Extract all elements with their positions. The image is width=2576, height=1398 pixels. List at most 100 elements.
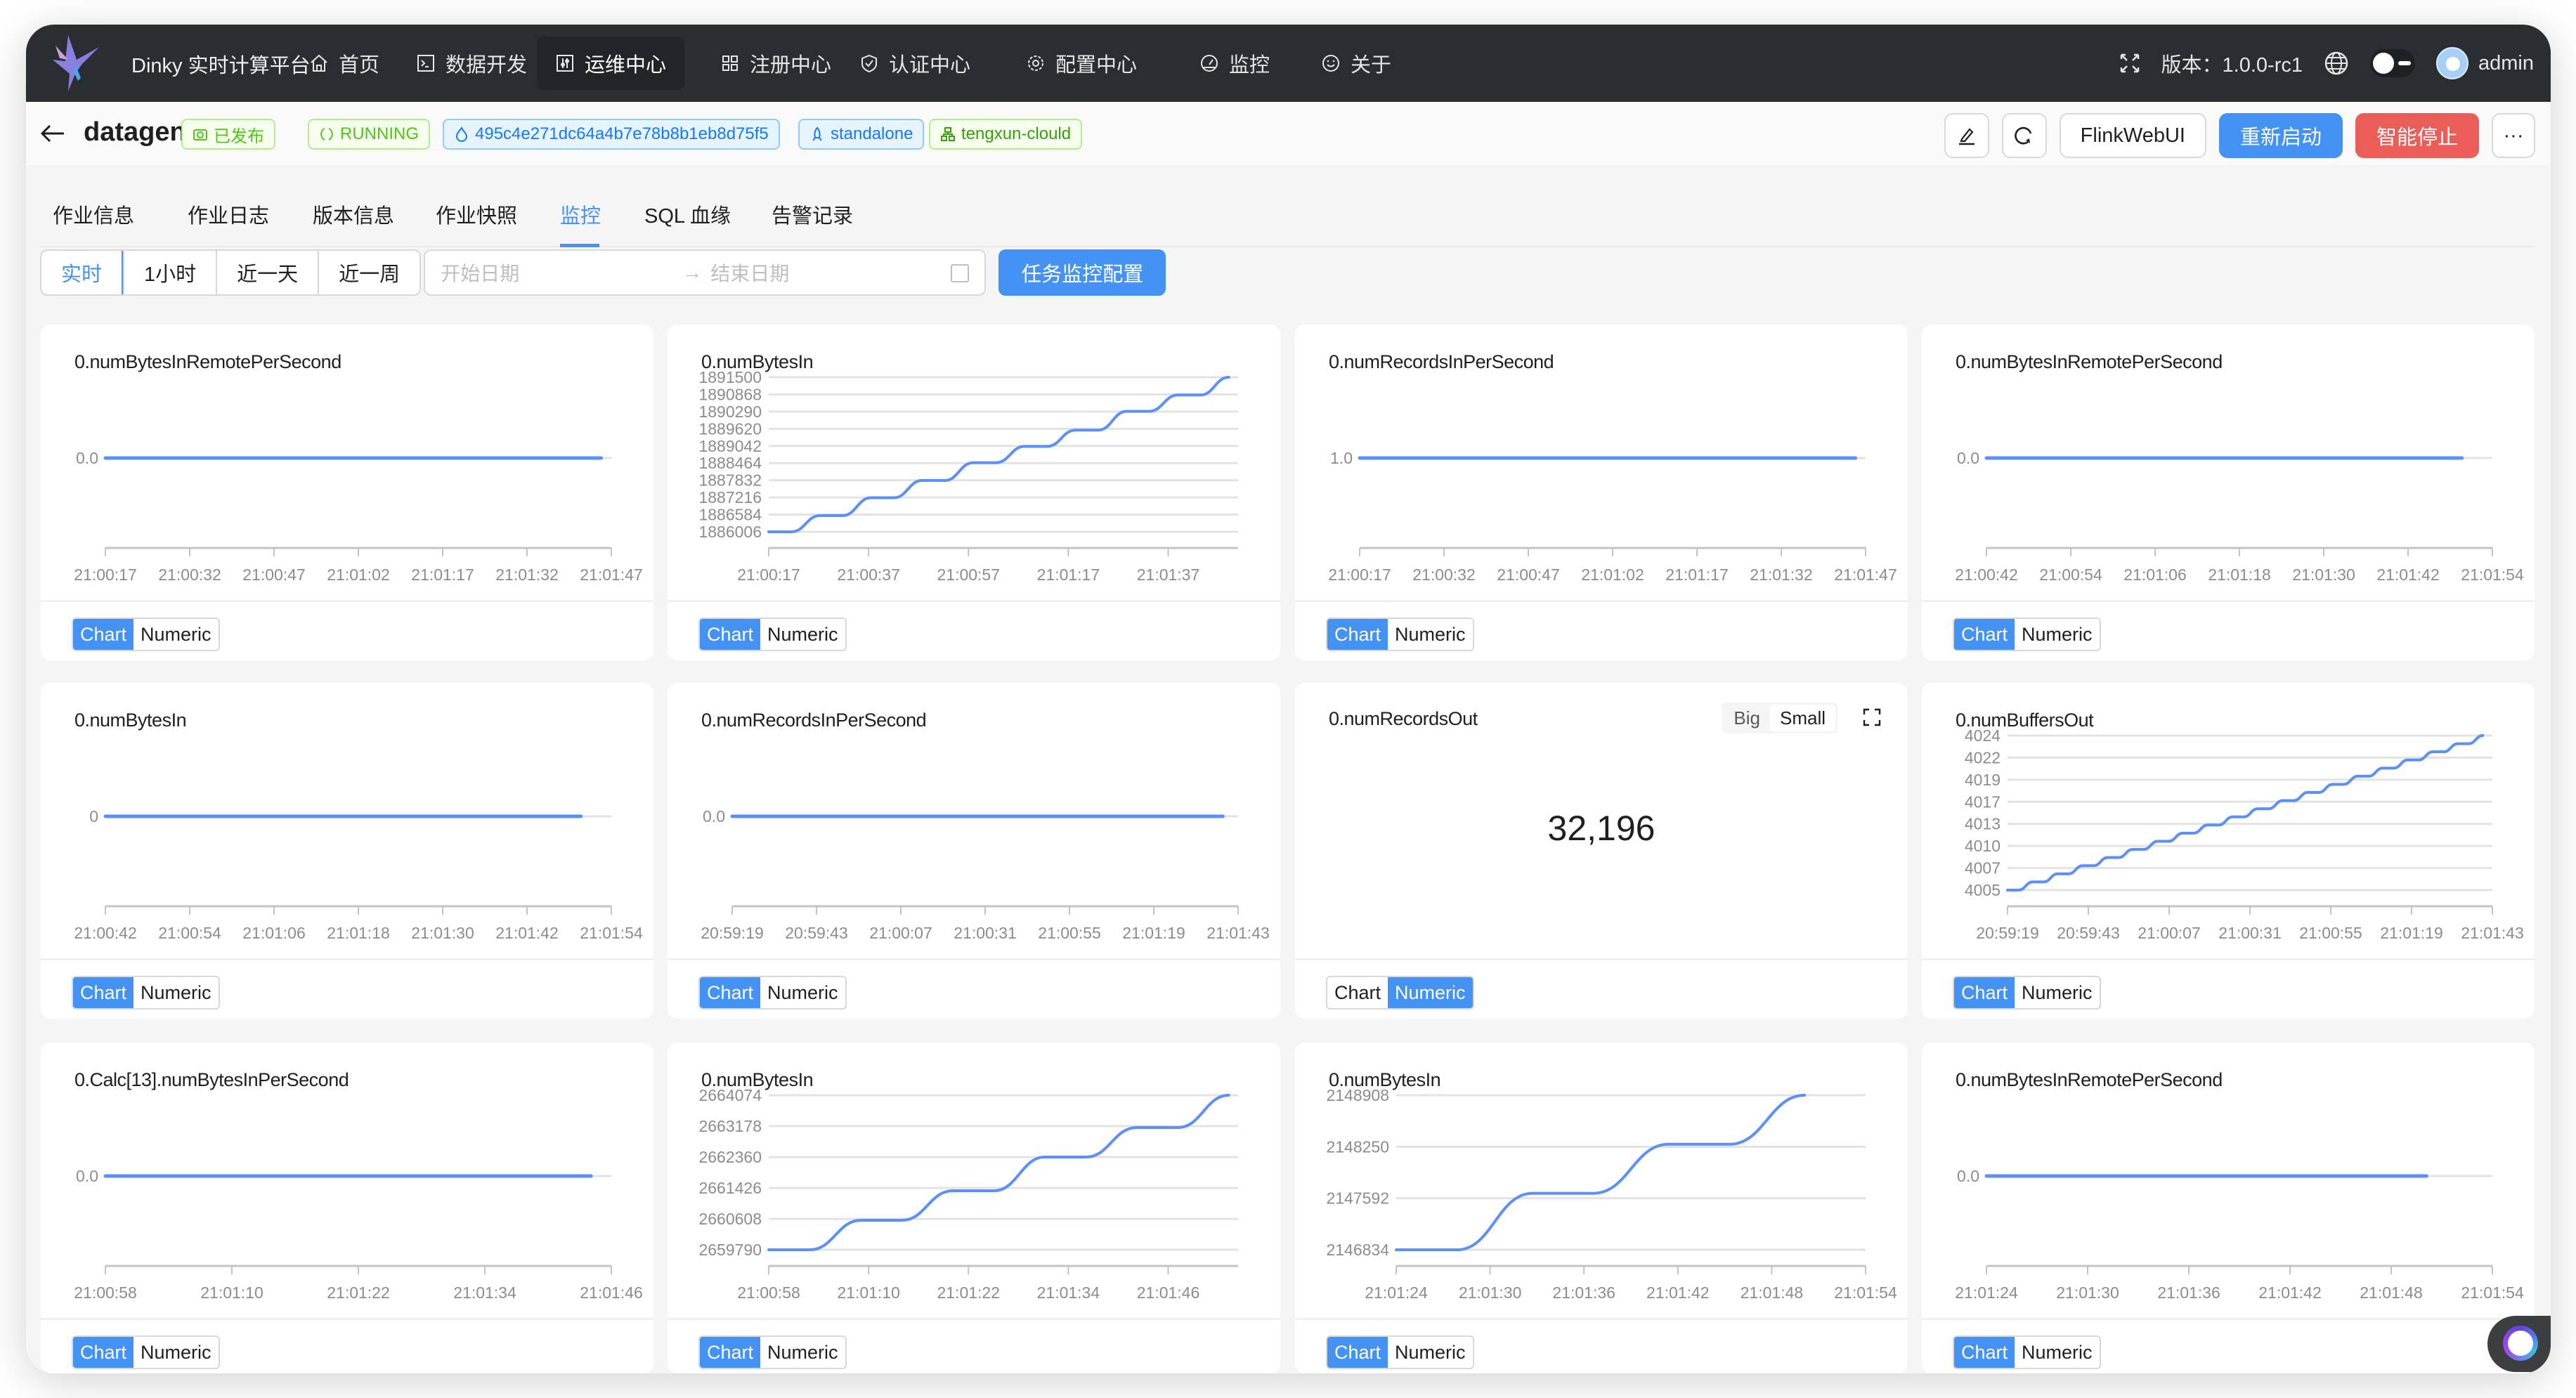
size-small-option[interactable]: Small <box>1769 705 1835 731</box>
back-arrow-icon[interactable] <box>40 123 65 144</box>
y-tick-label: 2662360 <box>698 1148 762 1166</box>
metric-card: 0.numBytesIn 1886006 1886584 1887216 1887832… <box>668 325 1280 660</box>
tab-3[interactable]: 作业快照 <box>436 200 517 229</box>
start-date-input[interactable]: 开始日期 <box>441 259 519 287</box>
username: admin <box>2478 51 2534 74</box>
numeric-mode-option[interactable]: Numeric <box>2015 619 2100 650</box>
user-avatar[interactable] <box>2436 47 2468 79</box>
view-mode-switch: Chart Numeric <box>1326 976 1474 1010</box>
top-right-tools: 版本：1.0.0-rc1 admin <box>2119 25 2534 102</box>
x-tick-label: 21:01:34 <box>1037 1283 1100 1302</box>
tab-1[interactable]: 作业日志 <box>188 200 269 229</box>
nav-item-3[interactable]: 注册中心 <box>702 37 850 90</box>
y-tick-label: 2661426 <box>698 1179 762 1197</box>
chart-mode-option[interactable]: Chart <box>73 977 134 1008</box>
metric-value: 32,196 <box>1547 809 1655 848</box>
metric-card: 0.numBytesInRemotePerSecond 0.0 21:00:42 21… <box>1922 325 2535 660</box>
metric-card-footer: Chart Numeric <box>668 600 1280 660</box>
nav-item-7[interactable]: 关于 <box>1303 37 1410 90</box>
view-mode-switch: Chart Numeric <box>1953 618 2101 651</box>
chart-mode-option[interactable]: Chart <box>1327 1337 1388 1368</box>
numeric-mode-option[interactable]: Numeric <box>134 619 219 650</box>
chart-mode-option[interactable]: Chart <box>73 1337 134 1368</box>
numeric-mode-option[interactable]: Numeric <box>2015 1337 2100 1368</box>
globe-language-icon[interactable] <box>2324 51 2349 76</box>
y-tick-label: 2659790 <box>698 1241 762 1259</box>
metric-chart: 0.Calc[13].numBytesInPerSecond 0.0 21:00:5… <box>74 1069 643 1302</box>
metric-title: 0.numRecordsInPerSecond <box>701 710 926 731</box>
home-icon <box>311 54 327 72</box>
nav-item-5[interactable]: 配置中心 <box>1008 37 1155 90</box>
date-range-picker[interactable]: 开始日期 → 结束日期 <box>424 249 987 296</box>
expand-icon[interactable] <box>1863 708 1881 726</box>
job-tag-0: 已发布 <box>181 119 275 150</box>
x-tick-label: 21:00:32 <box>1412 566 1476 584</box>
user-menu[interactable]: admin <box>2436 47 2534 79</box>
numeric-mode-option[interactable]: Numeric <box>1388 1337 1473 1368</box>
nav-item-6[interactable]: 监控 <box>1181 37 1288 90</box>
chart-mode-option[interactable]: Chart <box>700 977 761 1008</box>
numeric-mode-option[interactable]: Numeric <box>2015 977 2100 1008</box>
view-mode-switch: Chart Numeric <box>72 1335 220 1369</box>
end-date-input[interactable]: 结束日期 <box>710 259 789 287</box>
numeric-mode-option[interactable]: Numeric <box>760 619 845 650</box>
numeric-mode-option[interactable]: Numeric <box>760 977 845 1008</box>
x-tick-label: 21:01:46 <box>580 1283 643 1302</box>
numeric-mode-option[interactable]: Numeric <box>1388 619 1473 650</box>
numeric-mode-option[interactable]: Numeric <box>134 977 219 1008</box>
metric-chart: 0.numBytesIn 0 21:00:42 21:00:54 21:01:06 21:… <box>74 710 643 942</box>
x-tick-label: 21:01:19 <box>2380 924 2443 942</box>
metric-title: 0.numBytesIn <box>74 710 186 731</box>
chart-mode-option[interactable]: Chart <box>700 1337 761 1368</box>
x-tick-label: 21:01:42 <box>2376 566 2440 584</box>
smart-stop-button[interactable]: 智能停止 <box>2355 113 2479 158</box>
view-mode-switch: Chart Numeric <box>698 1335 847 1369</box>
nav-item-1[interactable]: 数据开发 <box>398 37 545 90</box>
range-option-3[interactable]: 近一周 <box>318 251 419 294</box>
metric-card-footer: Chart Numeric <box>41 600 653 660</box>
chart-mode-option[interactable]: Chart <box>1327 977 1388 1008</box>
more-button[interactable]: ··· <box>2492 113 2535 158</box>
edit-button[interactable] <box>1944 113 1989 158</box>
nav-item-2[interactable]: 运维中心 <box>537 37 685 90</box>
range-option-1[interactable]: 1小时 <box>123 251 216 294</box>
chart-mode-option[interactable]: Chart <box>73 619 134 650</box>
restart-button[interactable]: 重新启动 <box>2219 113 2343 158</box>
theme-toggle[interactable] <box>2370 49 2415 77</box>
range-option-0[interactable]: 实时 <box>41 251 124 294</box>
refresh-button[interactable] <box>2001 113 2047 158</box>
tab-5[interactable]: SQL 血缘 <box>644 200 731 229</box>
tab-4[interactable]: 监控 <box>560 200 601 229</box>
x-tick-label: 21:01:18 <box>327 924 390 942</box>
range-option-2[interactable]: 近一天 <box>216 251 318 294</box>
chart-mode-option[interactable]: Chart <box>1954 619 2015 650</box>
x-tick-label: 21:00:54 <box>2039 566 2102 584</box>
chart-mode-option[interactable]: Chart <box>1327 619 1388 650</box>
chart-mode-option[interactable]: Chart <box>1954 977 2015 1008</box>
x-tick-label: 21:00:42 <box>1955 566 2018 584</box>
tab-2[interactable]: 版本信息 <box>313 200 394 229</box>
y-tick-label: 0.0 <box>76 1167 98 1185</box>
brand-title[interactable]: Dinky 实时计算平台 <box>131 49 311 79</box>
metric-card-body: 0.numBytesInRemotePerSecond 0.0 21:01:24 21… <box>1922 1043 2535 1317</box>
tab-6[interactable]: 告警记录 <box>772 200 853 229</box>
size-big-option[interactable]: Big <box>1724 705 1770 731</box>
nav-item-4[interactable]: 认证中心 <box>841 37 989 90</box>
tab-0[interactable]: 作业信息 <box>53 200 134 229</box>
assistant-bot-button[interactable] <box>2487 1316 2551 1372</box>
dinky-logo-icon[interactable] <box>47 32 103 95</box>
x-tick-label: 21:01:22 <box>327 1283 390 1302</box>
flink-webui-button[interactable]: FlinkWebUI <box>2059 113 2206 158</box>
numeric-mode-option[interactable]: Numeric <box>760 1337 845 1368</box>
nav-item-0[interactable]: 首页 <box>291 37 398 90</box>
chart-mode-option[interactable]: Chart <box>1954 1337 2015 1368</box>
x-tick-label: 21:01:36 <box>2157 1283 2220 1302</box>
y-tick-label: 4005 <box>1965 881 2001 899</box>
view-mode-switch: Chart Numeric <box>1326 618 1474 651</box>
chart-mode-option[interactable]: Chart <box>700 619 761 650</box>
metric-card: 0.numBuffersOut 4005 4007 4010 4013 4017 4019 4… <box>1922 683 2535 1019</box>
fullscreen-icon[interactable] <box>2119 53 2140 74</box>
numeric-mode-option[interactable]: Numeric <box>134 1337 219 1368</box>
numeric-mode-option[interactable]: Numeric <box>1388 977 1473 1008</box>
monitor-config-button[interactable]: 任务监控配置 <box>998 249 1166 296</box>
